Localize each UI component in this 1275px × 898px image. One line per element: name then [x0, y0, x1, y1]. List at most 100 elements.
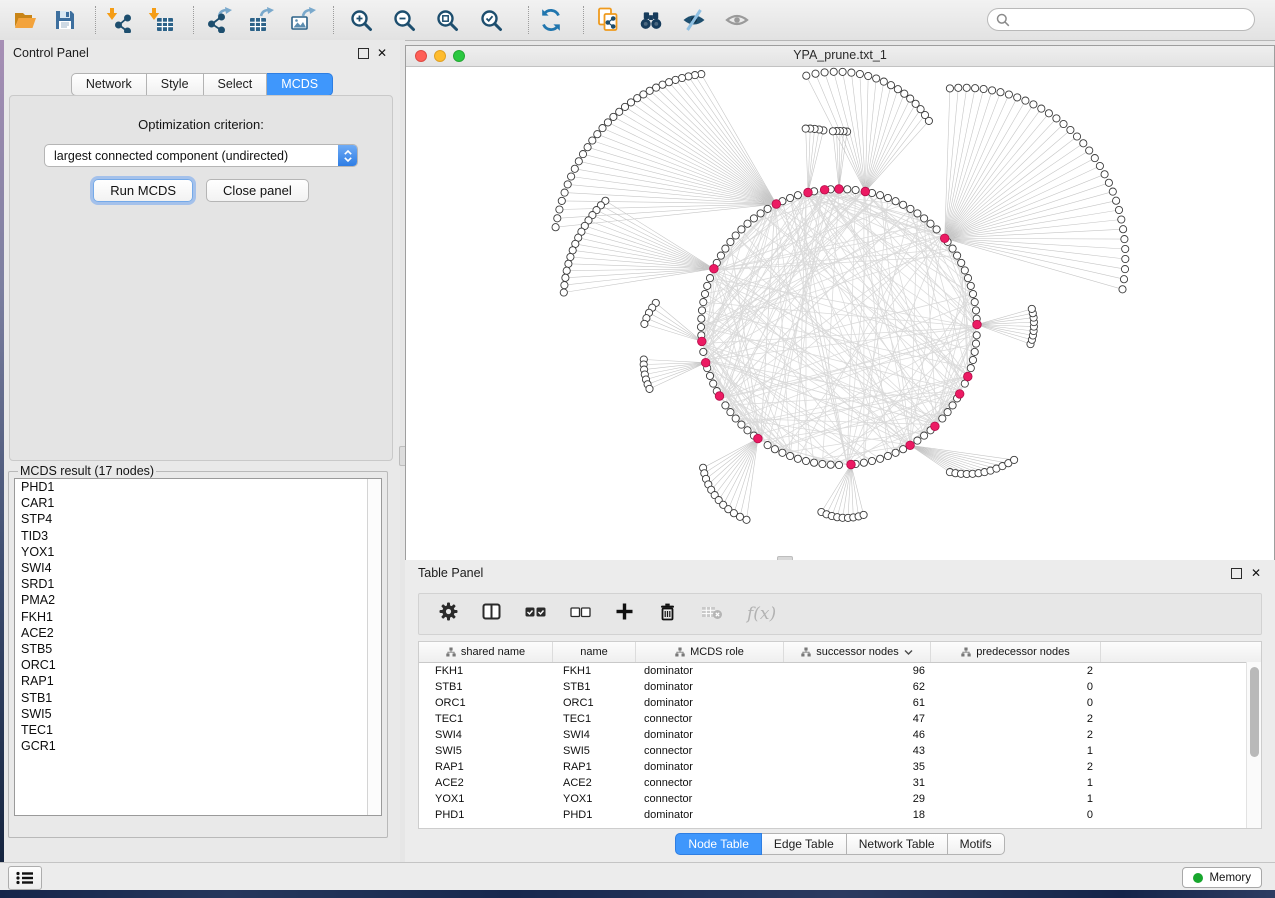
mcds-result-item[interactable]: FKH1 [15, 609, 381, 625]
zoom-fit-button[interactable] [434, 7, 460, 33]
table-type-tabs: Node TableEdge TableNetwork TableMotifs [405, 833, 1275, 855]
show-all-button[interactable] [724, 7, 750, 33]
table-row[interactable]: ORC1ORC1dominator610 [419, 695, 1261, 711]
table-cell-filler [1101, 759, 1261, 775]
control-panel-tabs: NetworkStyleSelectMCDS [4, 73, 400, 96]
column-header-name[interactable]: name [553, 642, 636, 662]
save-session-button[interactable] [52, 7, 78, 33]
tab-mcds[interactable]: MCDS [267, 73, 333, 96]
table-panel-header: Table Panel ✕ [405, 560, 1275, 586]
refresh-view-button[interactable] [538, 7, 564, 33]
tab-node-table[interactable]: Node Table [675, 833, 762, 855]
network-canvas[interactable] [406, 67, 1274, 560]
close-panel-icon[interactable]: ✕ [377, 45, 387, 61]
column-header-MCDS-role[interactable]: MCDS role [636, 642, 784, 662]
tab-select[interactable]: Select [204, 73, 268, 96]
zoom-in-button[interactable] [348, 7, 374, 33]
criterion-dropdown[interactable]: largest connected component (undirected) [44, 144, 358, 167]
search-field[interactable] [987, 8, 1255, 31]
table-row[interactable]: FKH1FKH1dominator962 [419, 663, 1261, 679]
eye-slash-icon [681, 7, 707, 33]
first-neighbors-button[interactable] [638, 7, 664, 33]
mcds-result-item[interactable]: PHD1 [15, 479, 381, 495]
close-table-panel-icon[interactable]: ✕ [1251, 565, 1261, 581]
mcds-result-item[interactable]: CAR1 [15, 495, 381, 511]
mcds-result-item[interactable]: SWI4 [15, 560, 381, 576]
table-row[interactable]: YOX1YOX1connector291 [419, 791, 1261, 807]
float-panel-icon[interactable] [358, 48, 369, 59]
table-cell: 35 [784, 759, 931, 775]
refresh-icon [538, 7, 564, 33]
export-network-button[interactable] [206, 7, 232, 33]
table-row[interactable]: TEC1TEC1connector472 [419, 711, 1261, 727]
node-table-header-row: shared name nameMCDS rolesuccessor nodesp… [419, 642, 1261, 663]
export-image-button[interactable] [290, 7, 316, 33]
tab-motifs[interactable]: Motifs [948, 833, 1005, 855]
mcds-result-item[interactable]: ORC1 [15, 657, 381, 673]
table-row[interactable]: RAP1RAP1dominator352 [419, 759, 1261, 775]
table-cell: 18 [784, 807, 931, 823]
zoom-out-button[interactable] [391, 7, 417, 33]
unselect-all-columns-button[interactable] [570, 605, 591, 623]
delete-column-button[interactable] [658, 602, 677, 627]
create-column-button[interactable] [615, 602, 634, 626]
table-scrollbar-thumb[interactable] [1250, 667, 1259, 757]
table-row[interactable]: SWI5SWI5connector431 [419, 743, 1261, 759]
zoom-selected-button[interactable] [478, 7, 504, 33]
hide-selected-button[interactable] [681, 7, 707, 33]
mcds-result-item[interactable]: STP4 [15, 511, 381, 527]
desktop-wallpaper-bottom [0, 890, 1275, 898]
table-row[interactable]: PHD1PHD1dominator180 [419, 807, 1261, 823]
search-input[interactable] [1015, 12, 1254, 28]
column-header-label: shared name [461, 646, 525, 658]
network-graph-svg[interactable] [406, 67, 1274, 560]
task-history-button[interactable] [8, 866, 42, 890]
export-image-icon [290, 7, 316, 33]
tab-network[interactable]: Network [71, 73, 147, 96]
table-settings-button[interactable] [439, 602, 458, 626]
mcds-result-item[interactable]: TID3 [15, 528, 381, 544]
import-table-icon [148, 7, 174, 33]
table-toolbar: f(x) [418, 593, 1262, 635]
mcds-result-list[interactable]: PHD1CAR1STP4TID3YOX1SWI4SRD1PMA2FKH1ACE2… [14, 478, 382, 816]
mcds-result-item[interactable]: YOX1 [15, 544, 381, 560]
tab-edge-table[interactable]: Edge Table [762, 833, 847, 855]
close-panel-button[interactable]: Close panel [206, 179, 309, 202]
column-header-successor-nodes[interactable]: successor nodes [784, 642, 931, 662]
binoculars-icon [638, 7, 664, 34]
show-columns-button[interactable] [482, 602, 501, 626]
mcds-result-item[interactable]: TEC1 [15, 722, 381, 738]
mcds-list-scrollbar[interactable] [367, 479, 381, 815]
table-cell: SWI5 [419, 743, 553, 759]
tab-style[interactable]: Style [147, 73, 204, 96]
import-table-button[interactable] [148, 7, 174, 33]
table-row[interactable]: ACE2ACE2connector311 [419, 775, 1261, 791]
table-row[interactable]: STB1STB1dominator620 [419, 679, 1261, 695]
select-all-columns-button[interactable] [525, 605, 546, 623]
export-table-button[interactable] [248, 7, 274, 33]
mcds-result-item[interactable]: ACE2 [15, 625, 381, 641]
mcds-result-item[interactable]: RAP1 [15, 673, 381, 689]
column-header-shared-name[interactable]: shared name [419, 642, 553, 662]
import-network-button[interactable] [106, 7, 132, 33]
mcds-result-item[interactable]: PMA2 [15, 592, 381, 608]
mcds-result-item[interactable]: SRD1 [15, 576, 381, 592]
column-header-predecessor-nodes[interactable]: predecessor nodes [931, 642, 1101, 662]
tab-network-table[interactable]: Network Table [847, 833, 948, 855]
open-file-button[interactable] [12, 7, 38, 33]
table-row[interactable]: SWI4SWI4dominator462 [419, 727, 1261, 743]
table-scrollbar[interactable] [1246, 662, 1261, 828]
clone-network-button[interactable] [596, 7, 622, 33]
float-table-panel-icon[interactable] [1231, 568, 1242, 579]
run-mcds-button[interactable]: Run MCDS [93, 179, 193, 202]
export-table-icon [248, 7, 274, 33]
node-table[interactable]: shared name nameMCDS rolesuccessor nodesp… [418, 641, 1262, 829]
mcds-result-item[interactable]: STB5 [15, 641, 381, 657]
memory-button[interactable]: Memory [1182, 867, 1262, 888]
mcds-result-item[interactable]: STB1 [15, 690, 381, 706]
table-cell: SWI5 [553, 743, 636, 759]
mcds-result-item[interactable]: GCR1 [15, 738, 381, 754]
mcds-result-item[interactable]: SWI5 [15, 706, 381, 722]
function-builder-disabled: f(x) [747, 604, 776, 624]
delete-table-button-disabled [701, 604, 723, 625]
